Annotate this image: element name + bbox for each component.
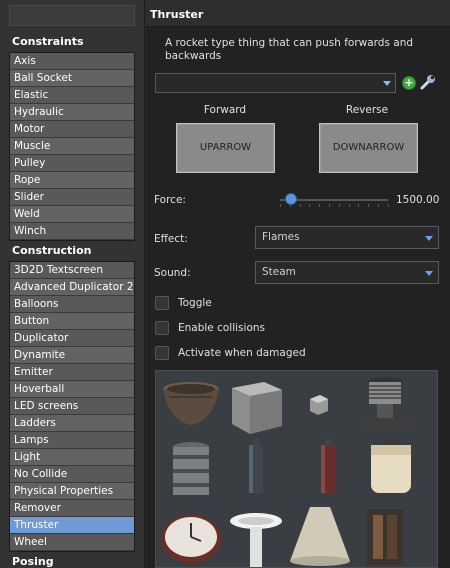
tool-list-panel: Constraints Axis Ball Socket Elastic Hydraul…: [0, 0, 145, 568]
tool-list-item[interactable]: Slider: [10, 189, 134, 206]
force-label: Force:: [154, 194, 186, 206]
toggle-label: Toggle: [178, 297, 212, 309]
tool-list-item[interactable]: Motor: [10, 121, 134, 138]
tool-list-item[interactable]: LED screens: [10, 398, 134, 415]
enable-collisions-label: Enable collisions: [178, 322, 265, 334]
tool-list-item[interactable]: No Collide: [10, 466, 134, 483]
reverse-label: Reverse: [345, 104, 389, 116]
activate-when-damaged-checkbox[interactable]: [155, 346, 169, 360]
model-metal-cube[interactable]: [224, 374, 288, 438]
model-thin-cylinder-red[interactable]: [296, 437, 360, 501]
slider-tick: [378, 204, 379, 207]
panel-title: Thruster: [150, 8, 204, 21]
model-machine-part[interactable]: [353, 505, 417, 568]
category-list: Axis Ball Socket Elastic Hydraulic Motor Musc…: [9, 52, 135, 241]
tool-list-item[interactable]: Muscle: [10, 138, 134, 155]
enable-collisions-checkbox[interactable]: [155, 321, 169, 335]
slider-tick: [309, 204, 311, 207]
tool-list-item[interactable]: Hydraulic: [10, 104, 134, 121]
tool-list-item[interactable]: Axis: [10, 53, 134, 70]
tool-list-item[interactable]: 3D2D Textscreen: [10, 262, 134, 279]
tool-list-item[interactable]: Remover: [10, 500, 134, 517]
category-header[interactable]: Posing: [9, 553, 136, 568]
category-list: 3D2D Textscreen Advanced Duplicator 2 Ball…: [9, 261, 135, 552]
activate-when-damaged-label: Activate when damaged: [178, 347, 306, 359]
slider-tick: [368, 204, 370, 207]
sound-label: Sound:: [154, 267, 191, 279]
force-value: 1500.00: [396, 194, 440, 206]
model-paper-lantern[interactable]: [359, 437, 423, 501]
wrench-icon[interactable]: [419, 73, 437, 91]
slider-tick: [358, 204, 360, 207]
tool-list-item[interactable]: Thruster: [10, 517, 134, 534]
slider-tick: [299, 204, 301, 207]
slider-tick: [348, 204, 350, 207]
chevron-down-icon: [383, 81, 391, 86]
reverse-key-button[interactable]: DOWNARROW: [319, 123, 418, 173]
slider-tick: [319, 204, 321, 207]
tool-list-item[interactable]: Pulley: [10, 155, 134, 172]
chevron-down-icon: [425, 271, 433, 276]
tool-list-item[interactable]: Lamps: [10, 432, 134, 449]
tool-list-item[interactable]: Ladders: [10, 415, 134, 432]
tool-list-item[interactable]: Ball Socket: [10, 70, 134, 87]
tool-description: A rocket type thing that can push forwar…: [165, 37, 414, 62]
tool-list-item[interactable]: Light: [10, 449, 134, 466]
effect-label: Effect:: [154, 233, 188, 245]
preset-dropdown[interactable]: [155, 73, 396, 93]
slider-tick: [329, 204, 330, 207]
tool-list-item[interactable]: Emitter: [10, 364, 134, 381]
model-sink[interactable]: [224, 507, 288, 568]
category-header[interactable]: Construction: [9, 242, 136, 260]
tool-list-item[interactable]: Weld: [10, 206, 134, 223]
tool-settings-panel: Thruster A rocket type thing that can pu…: [146, 0, 450, 568]
tool-list-item[interactable]: Wheel: [10, 534, 134, 551]
tool-list-item[interactable]: Rope: [10, 172, 134, 189]
slider-tick: [338, 204, 340, 207]
model-clock[interactable]: [159, 507, 223, 568]
tool-list-item[interactable]: Physical Properties: [10, 483, 134, 500]
forward-key-button[interactable]: UPARROW: [176, 123, 275, 173]
model-grid: [155, 370, 438, 568]
effect-dropdown[interactable]: Flames: [255, 226, 439, 249]
category-header[interactable]: Constraints: [9, 33, 136, 51]
sound-dropdown[interactable]: Steam: [255, 261, 439, 284]
model-spring-coil[interactable]: [353, 374, 417, 438]
model-thin-cylinder-dark[interactable]: [224, 437, 288, 501]
slider-tick: [280, 204, 281, 207]
tool-list-item[interactable]: Advanced Duplicator 2: [10, 279, 134, 296]
panel-title-bar: Thruster: [146, 0, 450, 27]
tool-list-item[interactable]: Button: [10, 313, 134, 330]
sound-value: Steam: [262, 266, 296, 278]
slider-tick: [387, 204, 389, 207]
add-preset-icon[interactable]: +: [402, 76, 416, 90]
toggle-checkbox[interactable]: [155, 296, 169, 310]
tool-menu: Constraints Axis Ball Socket Elastic Hydraul…: [0, 0, 450, 568]
effect-value: Flames: [262, 231, 300, 243]
chevron-down-icon: [425, 236, 433, 241]
model-wooden-bowl[interactable]: [159, 375, 223, 439]
search-input[interactable]: [9, 5, 135, 26]
tool-list-item[interactable]: Balloons: [10, 296, 134, 313]
model-canister[interactable]: [159, 439, 223, 503]
tool-list-item[interactable]: Elastic: [10, 87, 134, 104]
forward-label: Forward: [203, 104, 247, 116]
tool-list-item[interactable]: Dynamite: [10, 347, 134, 364]
tool-list-item[interactable]: Duplicator: [10, 330, 134, 347]
tool-list-item[interactable]: Hoverball: [10, 381, 134, 398]
force-slider-handle[interactable]: [284, 193, 297, 205]
tool-list-item[interactable]: Winch: [10, 223, 134, 240]
model-lamp-shade[interactable]: [288, 503, 352, 567]
